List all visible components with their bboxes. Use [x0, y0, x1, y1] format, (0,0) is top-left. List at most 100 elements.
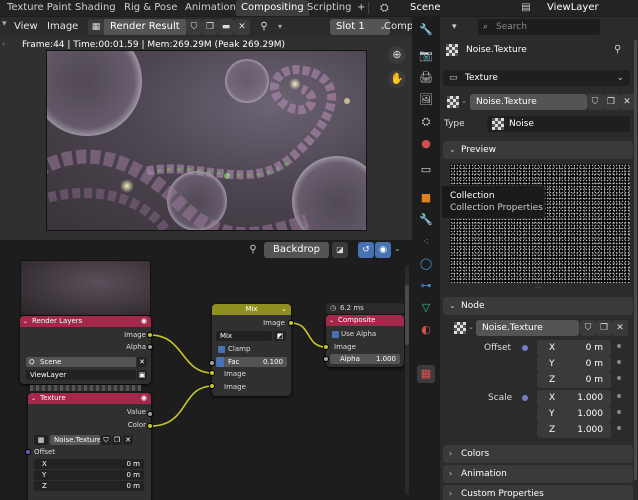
socket-composite-image-in[interactable] [323, 344, 329, 350]
offset-x-field[interactable]: X 0 m [34, 459, 144, 469]
scale-x-field[interactable]: X 1.000 [537, 390, 611, 406]
image-name-field[interactable]: Render Result [104, 19, 186, 35]
node-composite[interactable]: ⌄ Composite Use Alpha Image Alpha 1.000 [326, 315, 404, 367]
offset-z-field[interactable]: Z 0 m [34, 481, 144, 491]
editor-type-icon[interactable]: ▾ [452, 22, 457, 32]
socket-image-out[interactable] [147, 332, 153, 338]
object-icon[interactable]: ■ [417, 189, 435, 207]
view-layer-selector[interactable]: ViewLayer [547, 0, 599, 16]
node-header[interactable]: ⌄ Texture ◉ [28, 393, 151, 404]
blend-type-select[interactable]: Mix [216, 331, 272, 341]
scroll-thumb[interactable] [405, 285, 409, 345]
close-icon[interactable]: ✕ [123, 435, 133, 445]
node-panel-header[interactable]: ⌄ Node [443, 297, 633, 315]
editor-type-icon[interactable]: ▾ [2, 19, 7, 29]
keyframe-dot[interactable] [617, 344, 621, 348]
socket-color-out[interactable] [147, 423, 153, 429]
fac-slider[interactable]: Fac 0.100 [216, 357, 287, 367]
node-texture[interactable]: ⌄ Texture ◉ Value Color ▦ Noise.Texture … [28, 393, 151, 500]
constraints-icon[interactable]: ⊶ [417, 277, 435, 295]
texture-icon[interactable]: ▦ [417, 365, 435, 383]
node-render-layers[interactable]: ⌄ Render Layers ◉ Image Alpha ⛭ Scene ✕ … [20, 316, 151, 384]
data-icon[interactable]: ▽ [417, 299, 435, 317]
animation-panel-header[interactable]: › Animation [443, 465, 633, 483]
node-texture-browse-icon[interactable] [454, 322, 466, 334]
keyframe-dot[interactable] [617, 376, 621, 380]
node-header[interactable]: Mix ⌄ [212, 304, 291, 315]
texture-context-select[interactable]: ▭ Texture ⌄ [443, 70, 630, 86]
node-header[interactable]: ⌄ Composite [326, 315, 404, 326]
output-icon[interactable]: 🖨 [417, 69, 435, 87]
duplicate-icon[interactable]: ❐ [112, 435, 122, 445]
pin-dropdown-icon[interactable]: ▾ [272, 19, 288, 35]
texture-type-select[interactable]: Noise [487, 116, 630, 132]
tab-animation[interactable]: Animation [180, 0, 241, 16]
particles-icon[interactable]: ⁖ [417, 233, 435, 251]
socket-composite-alpha-in[interactable] [323, 356, 329, 362]
scale-y-field[interactable]: Y 1.000 [537, 406, 611, 422]
browse-chevron-icon[interactable]: ⌄ [461, 97, 467, 105]
open-folder-icon[interactable]: ▬ [218, 19, 234, 35]
collection-icon[interactable]: ▭ [417, 161, 435, 179]
socket-image1-in[interactable] [209, 370, 215, 376]
use-alpha-icon[interactable]: ◩ [274, 331, 286, 341]
view-layer-icon[interactable]: 🖼 [417, 91, 435, 109]
clamp-checkbox[interactable] [218, 346, 225, 353]
overlay-icon[interactable]: ◉ [375, 242, 391, 258]
fake-user-shield-icon[interactable]: ⛉ [186, 19, 202, 35]
texture-browse-icon[interactable] [447, 96, 459, 108]
world-icon[interactable]: ● [417, 135, 435, 153]
preview-eye-icon[interactable]: ◉ [141, 316, 147, 327]
hand-pan-icon[interactable]: ✋ [388, 70, 406, 88]
node-texture-name-field[interactable]: Noise.Texture [476, 320, 579, 336]
preview-eye-icon[interactable]: ◉ [141, 393, 147, 404]
preview-panel-header[interactable]: ⌄ Preview [443, 141, 633, 159]
pin-icon[interactable]: ⚲ [614, 44, 621, 55]
pin-icon[interactable]: ⚲ [246, 243, 260, 257]
socket-mix-image-out[interactable] [288, 320, 294, 326]
keyframe-dot[interactable] [617, 360, 621, 364]
pin-icon[interactable]: ⚲ [256, 19, 272, 35]
offset-x-field[interactable]: X 0 m [537, 340, 611, 356]
duplicate-icon[interactable]: ❐ [603, 94, 619, 110]
zoom-icon[interactable]: ⊕ [388, 46, 406, 64]
node-scrollbar[interactable] [405, 265, 409, 495]
tab-compositing[interactable]: Compositing [236, 0, 309, 16]
scene-selector[interactable]: Scene [410, 0, 441, 16]
modifier-wrench-icon[interactable]: 🔧 [417, 211, 435, 229]
overlay-dropdown-icon[interactable]: ⌄ [394, 244, 401, 253]
offset-y-field[interactable]: Y 0 m [537, 356, 611, 372]
browse-chevron-icon[interactable]: ⌄ [468, 323, 474, 331]
socket-alpha-out[interactable] [147, 344, 153, 350]
physics-icon[interactable]: ◯ [417, 255, 435, 273]
socket-image2-in[interactable] [209, 383, 215, 389]
gizmo-icon[interactable]: ↺ [358, 242, 374, 258]
node-canvas[interactable]: ⌄ Render Layers ◉ Image Alpha ⛭ Scene ✕ … [0, 260, 412, 500]
fake-user-shield-icon[interactable]: ⛉ [101, 435, 111, 445]
node-mix[interactable]: Mix ⌄ Image Mix ◩ Clamp Fac 0.100 Image … [212, 304, 291, 396]
collapse-icon[interactable]: ⌄ [23, 316, 28, 327]
duplicate-icon[interactable]: ❐ [596, 320, 612, 336]
menu-image[interactable]: Image [47, 21, 78, 32]
texture-browse-icon[interactable]: ▦ [34, 435, 48, 445]
search-input[interactable]: ⌕ Search [478, 19, 600, 35]
menu-view[interactable]: View [14, 21, 38, 32]
alpha-field[interactable]: Alpha 1.000 [330, 354, 400, 364]
fake-user-shield-icon[interactable]: ⛉ [587, 94, 603, 110]
socket-offset-in[interactable] [25, 449, 31, 455]
new-image-icon[interactable]: ❐ [202, 19, 218, 35]
render-icon[interactable]: 📷 [417, 47, 435, 65]
close-image-icon[interactable]: ✕ [234, 19, 250, 35]
slot-selector[interactable]: Slot 1 ⌄ [330, 19, 390, 35]
offset-z-field[interactable]: Z 0 m [537, 372, 611, 388]
clear-scene-icon[interactable]: ✕ [137, 357, 147, 367]
keyframe-dot[interactable] [617, 426, 621, 430]
view-layer-field[interactable]: ViewLayer [26, 370, 136, 380]
tab-scripting[interactable]: Scripting [302, 0, 356, 16]
custom-properties-panel-header[interactable]: › Custom Properties [443, 485, 633, 500]
material-icon[interactable]: ◐ [417, 321, 435, 339]
socket-value-out[interactable] [147, 411, 153, 417]
fake-user-shield-icon[interactable]: ⛉ [580, 320, 596, 336]
resize-handle[interactable]: ⋯ [535, 284, 541, 291]
scale-z-field[interactable]: Z 1.000 [537, 422, 611, 438]
